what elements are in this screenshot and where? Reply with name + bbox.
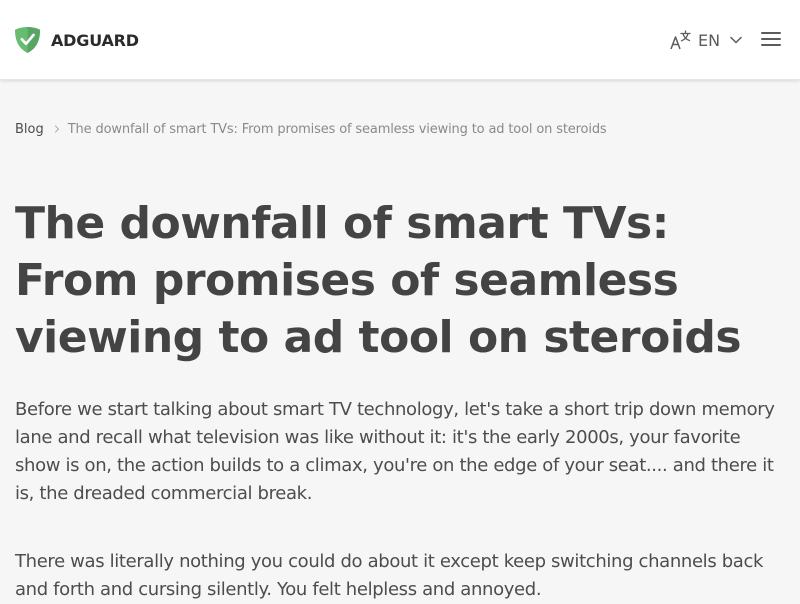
article-paragraph: There was literally nothing you could do… bbox=[15, 551, 764, 600]
menu-line bbox=[761, 32, 781, 34]
breadcrumb: Blog The downfall of smart TVs: From pro… bbox=[15, 119, 607, 139]
chevron-right-icon bbox=[54, 125, 59, 133]
translate-icon bbox=[670, 30, 691, 50]
shield-check-icon bbox=[15, 27, 40, 53]
breadcrumb-current: The downfall of smart TVs: From promises… bbox=[67, 121, 607, 137]
article-title: The downfall of smart TVs: From promises… bbox=[15, 198, 742, 363]
chevron-down-icon bbox=[730, 36, 742, 44]
menu-line bbox=[761, 38, 781, 40]
brand-logo-link[interactable]: ADGUARD bbox=[15, 26, 139, 54]
brand-name: ADGUARD bbox=[51, 30, 139, 50]
language-selector[interactable]: EN bbox=[670, 28, 742, 52]
menu-line bbox=[761, 44, 781, 46]
site-header: ADGUARD EN bbox=[0, 0, 800, 80]
article-paragraph: Before we start talking about smart TV t… bbox=[15, 399, 775, 504]
breadcrumb-blog-link[interactable]: Blog bbox=[15, 122, 44, 137]
language-code: EN bbox=[698, 30, 721, 50]
hamburger-menu-icon[interactable] bbox=[761, 31, 781, 47]
